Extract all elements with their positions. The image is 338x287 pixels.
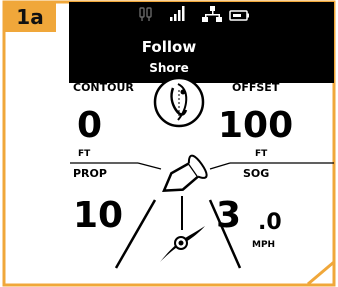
mode-title: Follow bbox=[141, 38, 197, 56]
sog-value: 3 bbox=[216, 195, 242, 236]
sog-unit: MPH bbox=[252, 240, 276, 250]
prop-label: PROP bbox=[73, 167, 107, 180]
sog-label: SOG bbox=[243, 167, 270, 180]
contour-label: CONTOUR bbox=[73, 81, 134, 94]
propeller-icon bbox=[160, 226, 205, 262]
corner-accent bbox=[307, 260, 335, 286]
contour-value: 0 bbox=[77, 105, 103, 146]
mode-subtitle: Shore bbox=[149, 61, 189, 75]
contour-unit: FT bbox=[78, 149, 91, 159]
contour-compass-icon bbox=[153, 76, 205, 128]
offset-value: 100 bbox=[218, 105, 294, 146]
sog-value-decimal: .0 bbox=[258, 210, 282, 235]
boat-icon bbox=[162, 154, 208, 192]
prop-value: 10 bbox=[73, 195, 124, 236]
display-screen: 1a Follow Shore CONTOUR OFFSET 0 FT 100 … bbox=[0, 0, 338, 287]
offset-unit: FT bbox=[255, 149, 268, 159]
offset-label: OFFSET bbox=[232, 81, 280, 94]
figure-label: 1a bbox=[16, 5, 44, 29]
